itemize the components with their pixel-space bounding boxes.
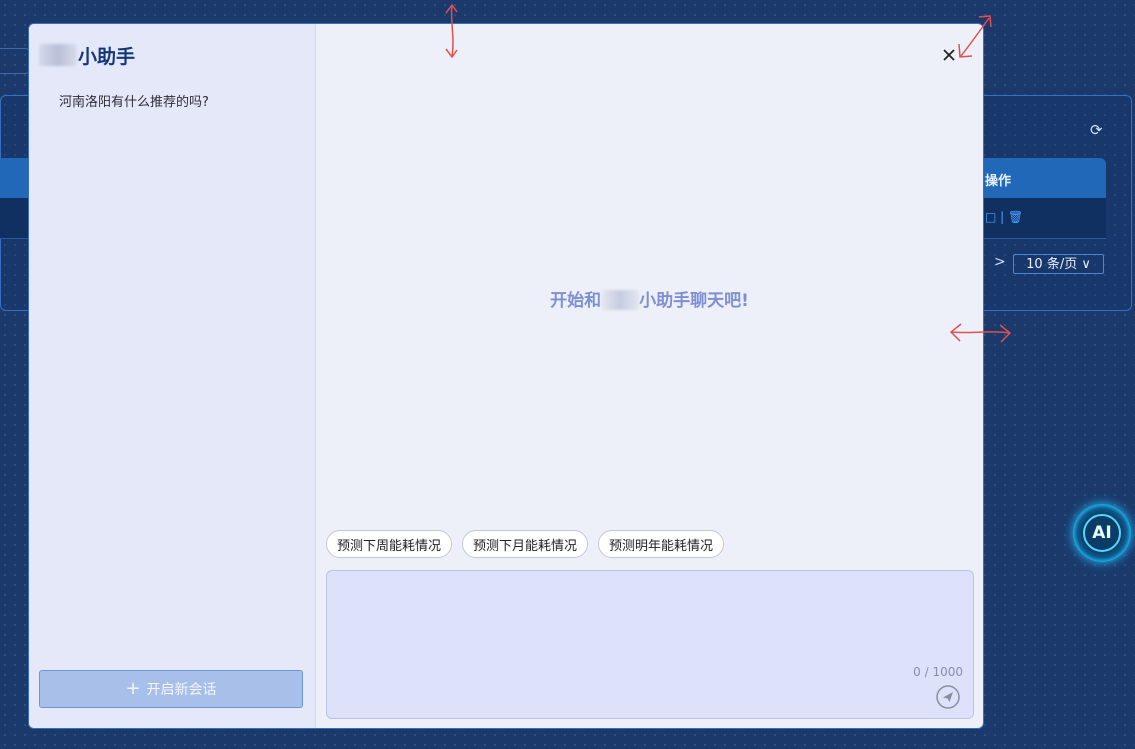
close-icon[interactable] bbox=[938, 44, 960, 66]
welcome-suffix: 小助手聊天吧! bbox=[639, 291, 749, 311]
welcome-prefix: 开始和 bbox=[550, 291, 602, 311]
new-chat-button[interactable]: + 开启新会话 bbox=[39, 670, 303, 708]
background-input bbox=[0, 48, 29, 74]
brand-title: 小助手 bbox=[78, 45, 136, 68]
row-action-icons[interactable]: □ | 🗑 bbox=[985, 210, 1023, 224]
message-input-box: 0 / 1000 bbox=[326, 570, 974, 719]
welcome-name-redacted bbox=[601, 290, 640, 310]
new-chat-label: 开启新会话 bbox=[146, 682, 217, 698]
page-size-value: 10 条/页 bbox=[1026, 257, 1078, 272]
page-size-select[interactable]: 10 条/页 ∨ bbox=[1013, 254, 1104, 274]
ai-button-label: AI bbox=[1083, 514, 1121, 552]
conversation-sidebar: 小助手 河南洛阳有什么推荐的吗? + 开启新会话 bbox=[29, 24, 316, 728]
history-item[interactable]: 河南洛阳有什么推荐的吗? bbox=[59, 91, 209, 110]
ai-assistant-button[interactable]: AI bbox=[1073, 504, 1131, 562]
assistant-dialog: 小助手 河南洛阳有什么推荐的吗? + 开启新会话 开始和 小助手聊天吧! 预测下周… bbox=[28, 23, 984, 729]
suggestion-chip[interactable]: 预测明年能耗情况 bbox=[598, 530, 725, 558]
assistant-brand: 小助手 bbox=[39, 43, 136, 68]
char-counter: 0 / 1000 bbox=[913, 665, 963, 679]
send-icon[interactable] bbox=[936, 685, 960, 709]
suggestion-list: 预测下周能耗情况 预测下月能耗情况 预测明年能耗情况 bbox=[326, 530, 725, 558]
brand-name-redacted bbox=[39, 44, 77, 66]
suggestion-chip[interactable]: 预测下周能耗情况 bbox=[326, 530, 453, 558]
suggestion-chip[interactable]: 预测下月能耗情况 bbox=[462, 530, 589, 558]
table-column-operation: 操作 bbox=[985, 174, 1012, 189]
next-page-button[interactable]: > bbox=[994, 254, 1006, 270]
plus-icon: + bbox=[125, 678, 141, 699]
refresh-icon[interactable]: ⟳ bbox=[1090, 121, 1103, 139]
message-input[interactable] bbox=[327, 571, 973, 671]
chat-panel: 开始和 小助手聊天吧! 预测下周能耗情况 预测下月能耗情况 预测明年能耗情况 0 … bbox=[316, 24, 983, 728]
welcome-message: 开始和 小助手聊天吧! bbox=[316, 286, 983, 311]
